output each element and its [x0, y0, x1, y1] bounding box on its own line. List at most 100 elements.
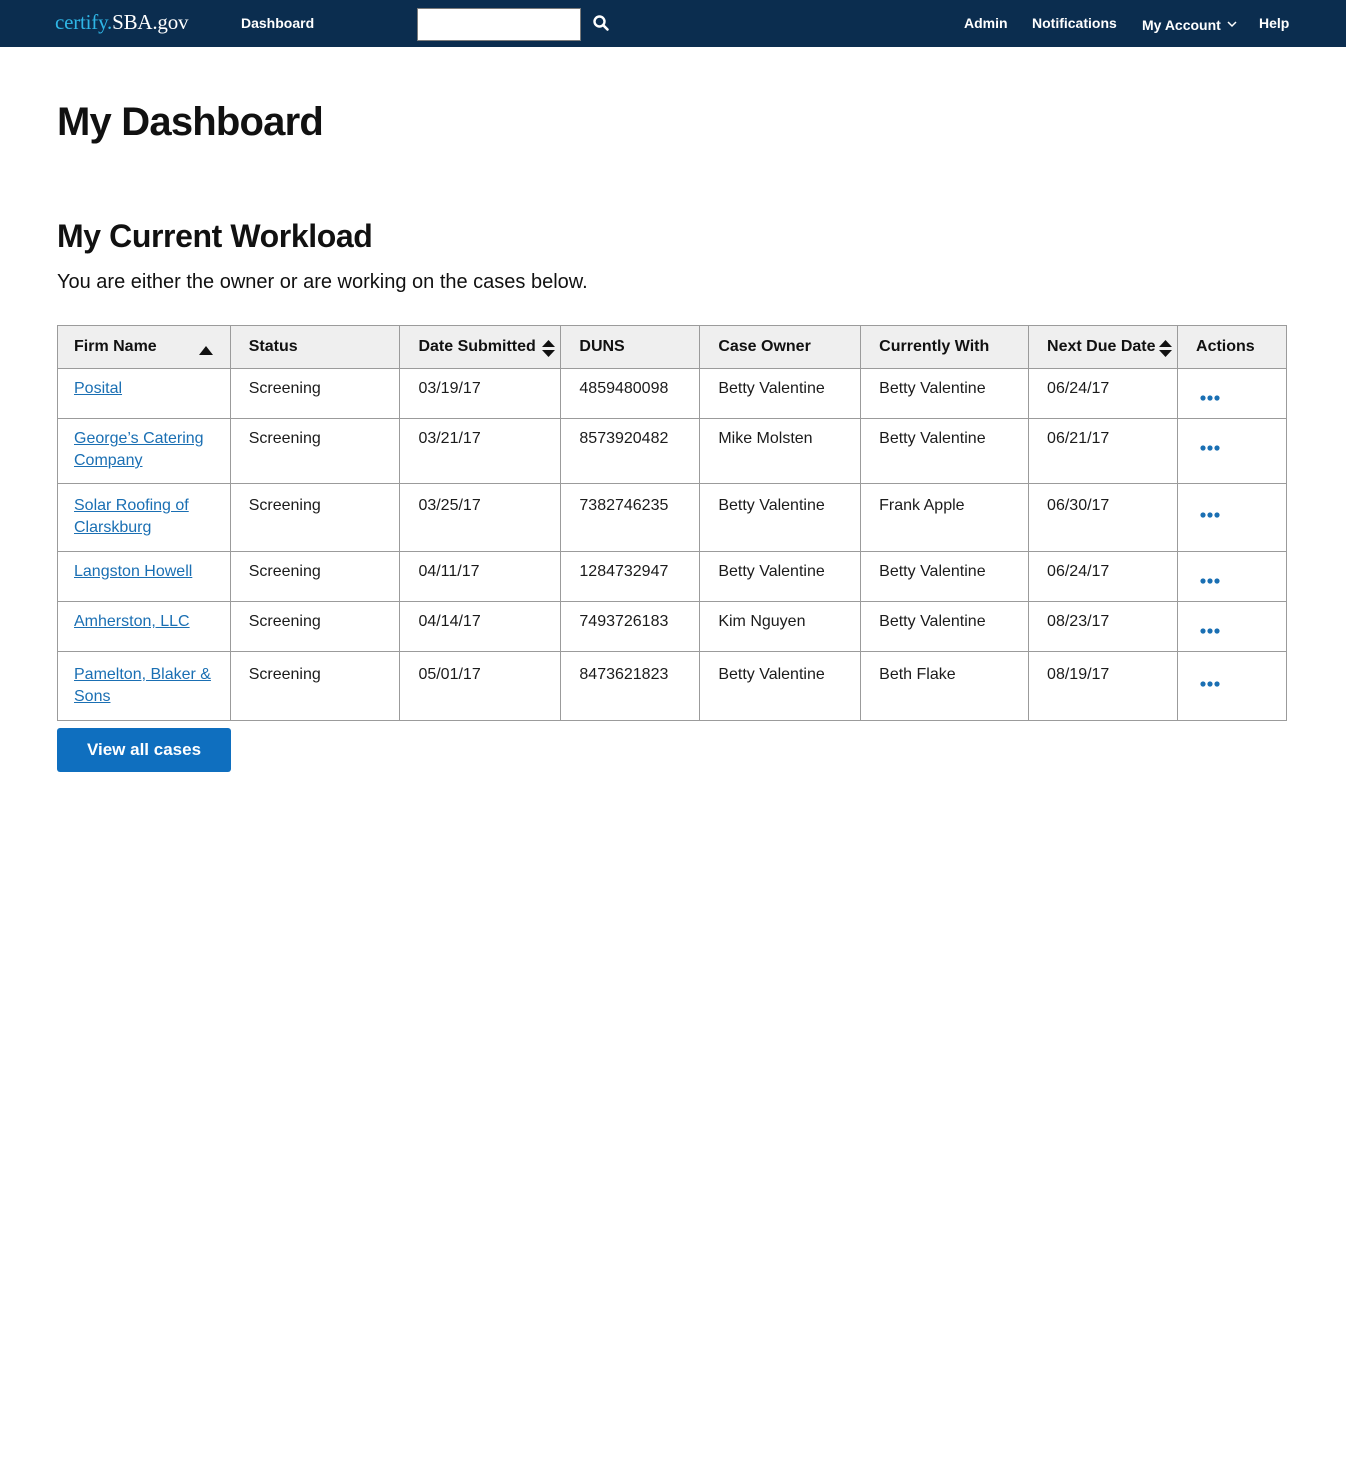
- cell-next-due-date: 06/24/17: [1028, 368, 1179, 419]
- cell-duns: 4859480098: [560, 368, 701, 419]
- workload-table: Firm Name Status Date Submitted DUNS Cas…: [57, 325, 1287, 721]
- cell-next-due-date: 06/24/17: [1028, 551, 1179, 602]
- top-navigation-bar: certify.SBA.gov Dashboard Admin Notifica…: [0, 0, 1346, 47]
- cell-firm-name: Solar Roofing of Clarskburg: [57, 483, 231, 552]
- more-actions-icon[interactable]: [1200, 569, 1220, 591]
- column-header-label: DUNS: [579, 338, 625, 355]
- cell-next-due-date: 08/19/17: [1028, 651, 1179, 721]
- cell-case-owner: Betty Valentine: [699, 483, 862, 552]
- cell-status: Screening: [229, 651, 401, 721]
- cell-case-owner: Betty Valentine: [699, 551, 862, 602]
- chevron-down-icon: [1227, 15, 1237, 31]
- column-header-label: Firm Name: [74, 338, 157, 355]
- nav-help[interactable]: Help: [1259, 15, 1289, 31]
- table-row: Amherston, LLC Screening 04/14/17 749372…: [57, 601, 1287, 652]
- nav-my-account[interactable]: My Account: [1142, 15, 1237, 33]
- my-account-label: My Account: [1142, 17, 1221, 33]
- page-title: My Dashboard: [57, 100, 324, 144]
- firm-link[interactable]: Posital: [74, 380, 122, 397]
- cell-date-submitted: 03/25/17: [399, 483, 562, 552]
- site-logo[interactable]: certify.SBA.gov: [55, 10, 188, 35]
- cell-currently-with: Frank Apple: [860, 483, 1030, 552]
- table-row: Solar Roofing of Clarskburg Screening 03…: [57, 483, 1287, 552]
- logo-sba: SBA.gov: [112, 10, 189, 34]
- firm-link[interactable]: Amherston, LLC: [74, 613, 190, 630]
- table-header-row: Firm Name Status Date Submitted DUNS Cas…: [57, 325, 1287, 369]
- more-actions-icon[interactable]: [1200, 386, 1220, 408]
- nav-notifications[interactable]: Notifications: [1032, 15, 1117, 31]
- table-row: Langston Howell Screening 04/11/17 12847…: [57, 551, 1287, 602]
- cell-case-owner: Betty Valentine: [699, 651, 862, 721]
- sort-icon[interactable]: [542, 340, 556, 362]
- cell-actions: [1177, 368, 1287, 419]
- search-icon[interactable]: [592, 14, 614, 36]
- firm-link[interactable]: Pamelton, Blaker & Sons: [74, 666, 211, 705]
- search-input[interactable]: [417, 8, 581, 41]
- more-actions-icon[interactable]: [1200, 503, 1220, 525]
- sort-ascending-icon[interactable]: [199, 342, 213, 360]
- cell-currently-with: Betty Valentine: [860, 601, 1030, 652]
- view-all-cases-button[interactable]: View all cases: [57, 728, 231, 772]
- cell-actions: [1177, 551, 1287, 602]
- nav-admin[interactable]: Admin: [964, 15, 1008, 31]
- column-header-label: Date Submitted: [418, 338, 536, 355]
- cell-next-due-date: 06/30/17: [1028, 483, 1179, 552]
- nav-dashboard[interactable]: Dashboard: [241, 15, 314, 31]
- cell-case-owner: Kim Nguyen: [699, 601, 862, 652]
- cell-currently-with: Beth Flake: [860, 651, 1030, 721]
- firm-link[interactable]: Solar Roofing of Clarskburg: [74, 497, 189, 536]
- section-intro: You are either the owner or are working …: [57, 271, 588, 293]
- logo-certify: certify.: [55, 10, 113, 34]
- cell-firm-name: Amherston, LLC: [57, 601, 231, 652]
- cell-actions: [1177, 418, 1287, 484]
- more-actions-icon[interactable]: [1200, 619, 1220, 641]
- cell-duns: 8573920482: [560, 418, 701, 484]
- cell-currently-with: Betty Valentine: [860, 418, 1030, 484]
- column-header-label: Status: [248, 338, 298, 355]
- table-row: Pamelton, Blaker & Sons Screening 05/01/…: [57, 651, 1287, 721]
- firm-link[interactable]: Langston Howell: [74, 563, 192, 580]
- cell-status: Screening: [229, 368, 401, 419]
- cell-duns: 7493726183: [560, 601, 701, 652]
- cell-status: Screening: [229, 418, 401, 484]
- column-header-label: Next Due Date: [1047, 338, 1156, 355]
- column-header-currently-with: Currently With: [860, 325, 1030, 369]
- cell-duns: 1284732947: [560, 551, 701, 602]
- column-header-firm-name[interactable]: Firm Name: [57, 325, 231, 369]
- cell-case-owner: Mike Molsten: [699, 418, 862, 484]
- cell-date-submitted: 04/11/17: [399, 551, 562, 602]
- column-header-date-submitted[interactable]: Date Submitted: [399, 325, 562, 369]
- column-header-actions: Actions: [1177, 325, 1287, 369]
- cell-next-due-date: 08/23/17: [1028, 601, 1179, 652]
- cell-date-submitted: 05/01/17: [399, 651, 562, 721]
- more-actions-icon[interactable]: [1200, 436, 1220, 458]
- cell-date-submitted: 03/21/17: [399, 418, 562, 484]
- column-header-label: Currently With: [879, 338, 990, 355]
- column-header-duns: DUNS: [560, 325, 701, 369]
- cell-date-submitted: 03/19/17: [399, 368, 562, 419]
- cell-next-due-date: 06/21/17: [1028, 418, 1179, 484]
- cell-status: Screening: [229, 483, 401, 552]
- cell-firm-name: Langston Howell: [57, 551, 231, 602]
- cell-firm-name: George’s Catering Company: [57, 418, 231, 484]
- column-header-status: Status: [229, 325, 401, 369]
- column-header-label: Case Owner: [718, 338, 811, 355]
- cell-duns: 7382746235: [560, 483, 701, 552]
- cell-duns: 8473621823: [560, 651, 701, 721]
- firm-link[interactable]: George’s Catering Company: [74, 430, 204, 469]
- more-actions-icon[interactable]: [1200, 672, 1220, 694]
- cell-currently-with: Betty Valentine: [860, 368, 1030, 419]
- column-header-case-owner: Case Owner: [699, 325, 862, 369]
- cell-firm-name: Pamelton, Blaker & Sons: [57, 651, 231, 721]
- section-title: My Current Workload: [57, 218, 373, 254]
- sort-icon[interactable]: [1159, 340, 1173, 362]
- cell-date-submitted: 04/14/17: [399, 601, 562, 652]
- column-header-label: Actions: [1196, 338, 1255, 355]
- cell-case-owner: Betty Valentine: [699, 368, 862, 419]
- table-row: Posital Screening 03/19/17 4859480098 Be…: [57, 368, 1287, 419]
- cell-status: Screening: [229, 551, 401, 602]
- cell-currently-with: Betty Valentine: [860, 551, 1030, 602]
- cell-actions: [1177, 483, 1287, 552]
- column-header-next-due-date[interactable]: Next Due Date: [1028, 325, 1179, 369]
- cell-actions: [1177, 651, 1287, 721]
